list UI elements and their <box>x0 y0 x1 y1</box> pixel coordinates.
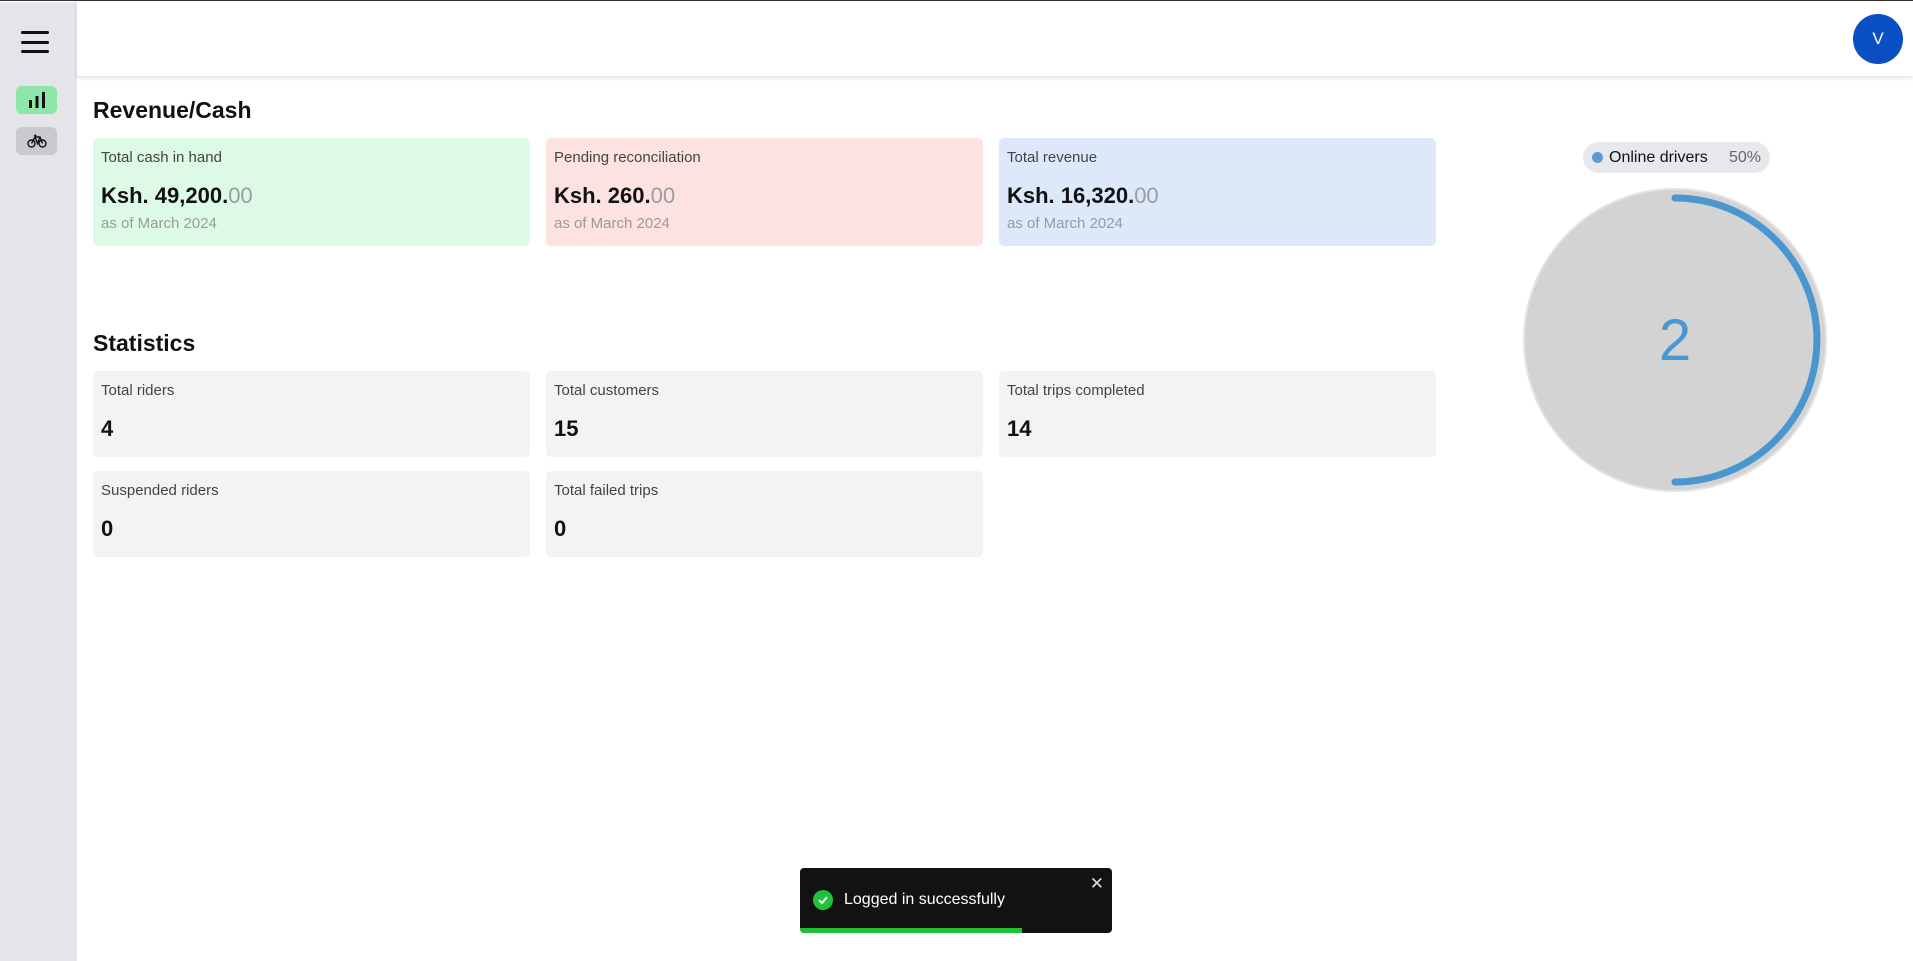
card-subtitle: as of March 2024 <box>1007 215 1123 232</box>
nav-riders[interactable] <box>16 127 57 155</box>
amount-main: Ksh. 49,200. <box>101 183 229 208</box>
total-revenue-card: Total revenue Ksh. 16,320.00 as of March… <box>999 138 1436 246</box>
sidebar <box>0 2 77 961</box>
gauge-legend: Online drivers 50% <box>1583 142 1770 173</box>
amount-cents: 00 <box>650 183 676 208</box>
stat-failed-trips: Total failed trips 0 <box>546 471 983 557</box>
stat-value: 14 <box>1007 416 1032 441</box>
stat-label: Total failed trips <box>554 482 659 499</box>
legend-label: Online drivers <box>1609 148 1708 166</box>
amount-cents: 00 <box>1134 183 1159 208</box>
card-amount: Ksh. 49,200.00 <box>101 183 522 209</box>
user-avatar[interactable]: V <box>1853 14 1903 64</box>
online-drivers-gauge: 2 <box>1523 188 1827 492</box>
stat-trips-completed: Total trips completed 14 <box>999 371 1436 457</box>
amount-main: Ksh. 16,320. <box>1007 183 1135 208</box>
success-toast: Logged in successfully ✕ <box>800 868 1112 933</box>
statistics-section-title: Statistics <box>93 330 196 356</box>
bar-chart-icon <box>28 92 45 108</box>
card-subtitle: as of March 2024 <box>554 215 670 232</box>
stat-label: Total customers <box>554 382 660 399</box>
stat-label: Total riders <box>101 382 175 399</box>
check-circle-icon <box>813 890 833 910</box>
amount-main: Ksh. 260. <box>554 183 651 208</box>
stat-label: Total trips completed <box>1007 382 1145 399</box>
toast-close-icon[interactable]: ✕ <box>1090 875 1104 892</box>
revenue-section-title: Revenue/Cash <box>93 97 252 123</box>
gauge-center-value: 2 <box>1659 308 1691 373</box>
nav-dashboard[interactable] <box>16 86 57 114</box>
card-label: Total revenue <box>1007 149 1098 166</box>
stat-value: 4 <box>101 416 114 441</box>
stat-total-riders: Total riders 4 <box>93 371 530 457</box>
stat-label: Suspended riders <box>101 482 219 499</box>
stat-total-customers: Total customers 15 <box>546 371 983 457</box>
bicycle-icon <box>26 134 47 148</box>
legend-dot <box>1592 152 1603 163</box>
toast-message: Logged in successfully <box>844 891 1005 908</box>
card-label: Pending reconciliation <box>554 149 701 166</box>
card-subtitle: as of March 2024 <box>101 215 217 232</box>
legend-percent: 50% <box>1728 148 1761 166</box>
pending-reconciliation-card: Pending reconciliation Ksh. 260.00 as of… <box>546 138 983 246</box>
card-amount: Ksh. 260.00 <box>554 183 975 209</box>
card-label: Total cash in hand <box>101 149 222 166</box>
amount-cents: 00 <box>228 183 253 208</box>
stat-value: 15 <box>554 416 579 441</box>
stat-suspended-riders: Suspended riders 0 <box>93 471 530 557</box>
toast-progress-bar <box>800 928 1022 933</box>
card-amount: Ksh. 16,320.00 <box>1007 183 1428 209</box>
stat-value: 0 <box>101 516 114 541</box>
cash-in-hand-card: Total cash in hand Ksh. 49,200.00 as of … <box>93 138 530 246</box>
stat-value: 0 <box>554 516 567 541</box>
hamburger-menu-icon[interactable] <box>19 27 51 57</box>
top-bar: V <box>77 2 1913 76</box>
